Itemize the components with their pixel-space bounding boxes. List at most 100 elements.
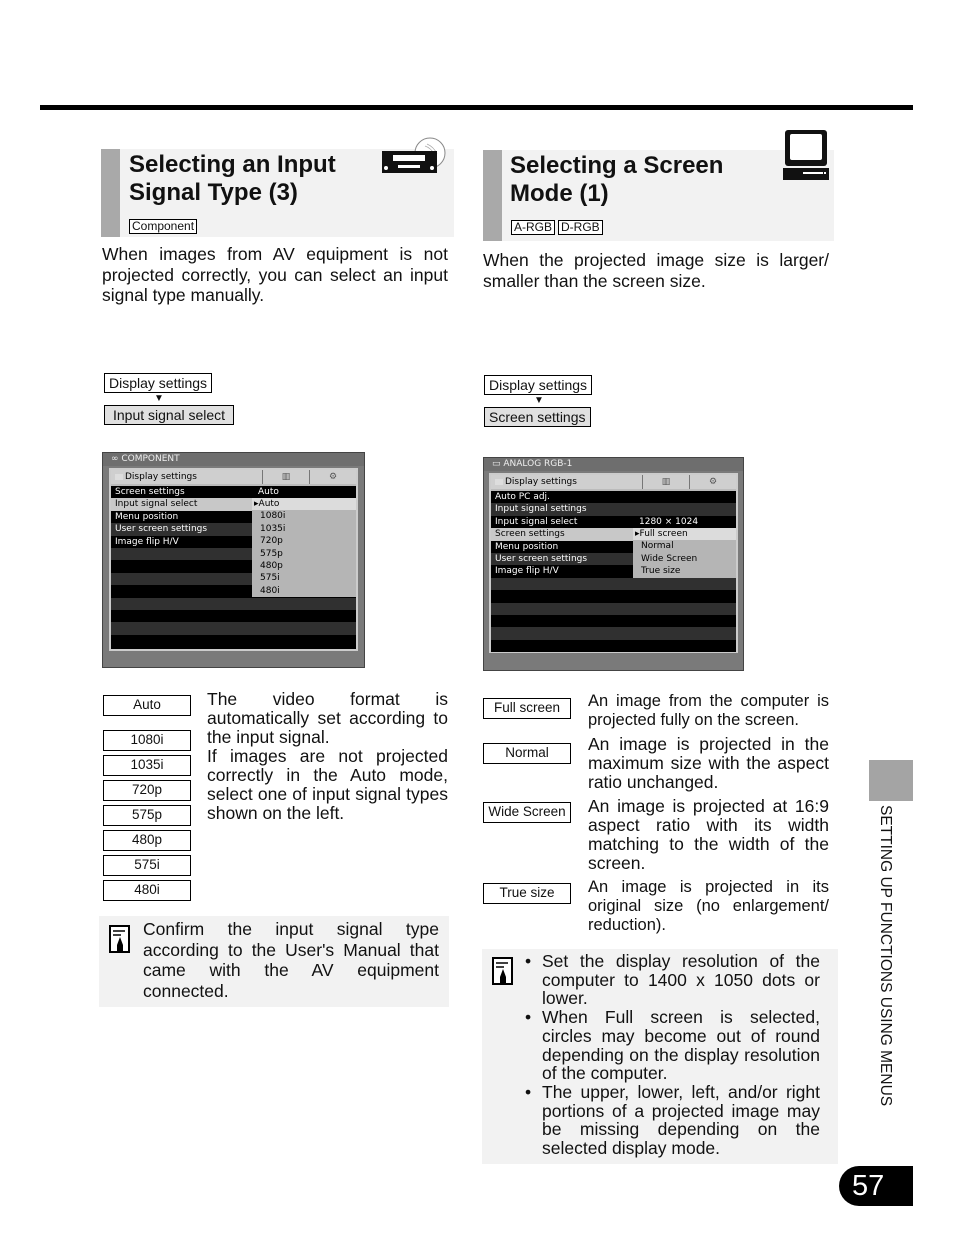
osd-header: Display settings ▥ ⚙ (111, 470, 356, 486)
left-section-title: Selecting an Input Signal Type (3) (129, 151, 336, 207)
title-line: Signal Type (3) (129, 179, 298, 206)
mode-wide-screen-desc: An image is projected at 16:9 aspect rat… (588, 796, 829, 873)
note-text: Confirm the input signal type according … (143, 919, 439, 1001)
signal-tags: A-RGB D-RGB (511, 218, 606, 236)
header-rule (40, 105, 913, 110)
arrow-down-icon: ▼ (534, 395, 544, 406)
tag-a-rgb: A-RGB (511, 220, 556, 235)
title-line: Selecting an Input (129, 151, 336, 178)
osd-row-label: Menu position (115, 511, 179, 522)
mode-true-size-desc: An image is projected in its original si… (588, 878, 829, 934)
auto-desc-1: The video format is automatically set ac… (207, 689, 448, 747)
note-list: Set the display resolution of the comput… (525, 952, 820, 1158)
left-menu-path: Display settings ▼ Input signal select (104, 373, 235, 425)
osd-option: 480i (260, 585, 280, 596)
osd-row-empty (491, 590, 736, 603)
osd-tab-2: ⚙ (309, 470, 356, 484)
osd-row-empty (111, 597, 356, 610)
right-menu-path: Display settings ▼ Screen settings (484, 375, 594, 427)
mode-normal: Normal (483, 743, 571, 764)
display-icon (115, 473, 123, 480)
osd-option: 575p (260, 548, 283, 559)
osd-row-empty (491, 577, 736, 591)
osd-option: 575i (260, 573, 280, 584)
osd-row: Screen settings Auto (111, 486, 356, 499)
osd-row-empty (111, 622, 356, 635)
note-item: The upper, lower, left, and/or right por… (525, 1083, 820, 1158)
mode-full-screen: Full screen (483, 698, 571, 719)
memo-icon (109, 925, 130, 953)
osd-row: Auto PC adj. (491, 491, 736, 504)
av-equipment-disc-icon (382, 137, 446, 173)
option-575p: 575p (103, 805, 191, 826)
display-icon (495, 478, 503, 485)
osd-option-selected: ▸Auto (252, 498, 356, 511)
osd-panel: Display settings ▥ ⚙ Screen settings Auto… (109, 468, 358, 651)
osd-row-value: Auto (258, 487, 279, 497)
title-line: Mode (1) (510, 180, 609, 207)
mode-wide-screen: Wide Screen (483, 802, 571, 823)
osd-dropdown: ▸Full screen Normal Wide Screen True siz… (633, 528, 736, 578)
osd-row-empty (111, 609, 356, 623)
osd-row-value: 1280 × 1024 (639, 516, 699, 527)
osd-option: 1035i (260, 523, 286, 534)
title-accent-bar (101, 149, 120, 237)
auto-desc-2: If images are not projected correctly in… (207, 746, 448, 823)
osd-option-label: Auto (258, 499, 280, 509)
mode-full-screen-desc: An image from the computer is projected … (588, 692, 829, 729)
osd-option: 480p (260, 560, 283, 571)
osd-row: Input signal settings (491, 503, 736, 516)
osd-row-label: User screen settings (495, 553, 588, 564)
osd-row: Input signal select 1280 × 1024 (491, 515, 736, 529)
osd-row-empty (491, 602, 736, 615)
option-1035i: 1035i (103, 755, 191, 776)
osd-tab-2: ⚙ (689, 475, 736, 489)
computer-icon: ▭ (492, 459, 504, 469)
memo-icon (492, 957, 513, 985)
osd-dropdown: ▸Auto 1080i 1035i 720p 575p 480p 575i 48… (252, 498, 356, 598)
option-480i: 480i (103, 880, 191, 901)
osd-header-label: Display settings (111, 470, 262, 484)
osd-row-label: Screen settings (495, 529, 565, 540)
title-accent-bar (483, 150, 502, 241)
computer-monitor-icon (783, 130, 829, 180)
tag-component: Component (129, 219, 198, 234)
menu-path-display-settings: Display settings (484, 375, 593, 395)
menu-path-display-settings: Display settings (104, 373, 213, 393)
menu-path-input-signal-select: Input signal select (104, 405, 235, 425)
osd-row-label: Auto PC adj. (495, 492, 550, 502)
osd-header-label: Display settings (491, 475, 642, 489)
right-section-title: Selecting a Screen Mode (1) (510, 152, 723, 208)
osd-row-label: Input signal select (495, 516, 578, 527)
osd-option: 720p (260, 536, 283, 547)
note-item: When Full screen is selected, circles ma… (525, 1008, 820, 1083)
signal-tags: Component (129, 217, 200, 235)
osd-row-label: Image flip H/V (495, 566, 559, 577)
osd-source: ▭ ANALOG RGB-1 (484, 458, 743, 471)
osd-option-selected: ▸Full screen (633, 528, 736, 541)
osd-row-empty (491, 627, 736, 640)
option-1080i: 1080i (103, 730, 191, 751)
osd-option: 1080i (260, 511, 286, 522)
mode-true-size: True size (483, 883, 571, 904)
tag-d-rgb: D-RGB (558, 220, 603, 235)
osd-option: True size (641, 566, 681, 577)
page-number: 57 (839, 1166, 913, 1206)
osd-header: Display settings ▥ ⚙ (491, 475, 736, 491)
arrow-down-icon: ▼ (154, 393, 164, 404)
title-line: Selecting a Screen (510, 152, 724, 179)
osd-option: Normal (641, 541, 674, 552)
component-icon: ∞ (111, 454, 122, 464)
osd-row-empty (491, 614, 736, 628)
note-item: Set the display resolution of the comput… (525, 952, 820, 1008)
osd-panel: Display settings ▥ ⚙ Auto PC adj. Input … (489, 473, 738, 653)
osd-tab-1: ▥ (262, 470, 309, 484)
option-auto: Auto (103, 695, 191, 716)
osd-option: Wide Screen (641, 553, 698, 564)
osd-row-label: Screen settings (115, 487, 185, 497)
left-osd-screenshot: ∞ COMPONENT Display settings ▥ ⚙ Screen … (102, 452, 365, 668)
option-720p: 720p (103, 780, 191, 801)
osd-row-label: User screen settings (115, 524, 208, 535)
chapter-label: SETTING UP FUNCTIONS USING MENUS (877, 805, 894, 1107)
mode-normal-desc: An image is projected in the maximum siz… (588, 734, 829, 792)
